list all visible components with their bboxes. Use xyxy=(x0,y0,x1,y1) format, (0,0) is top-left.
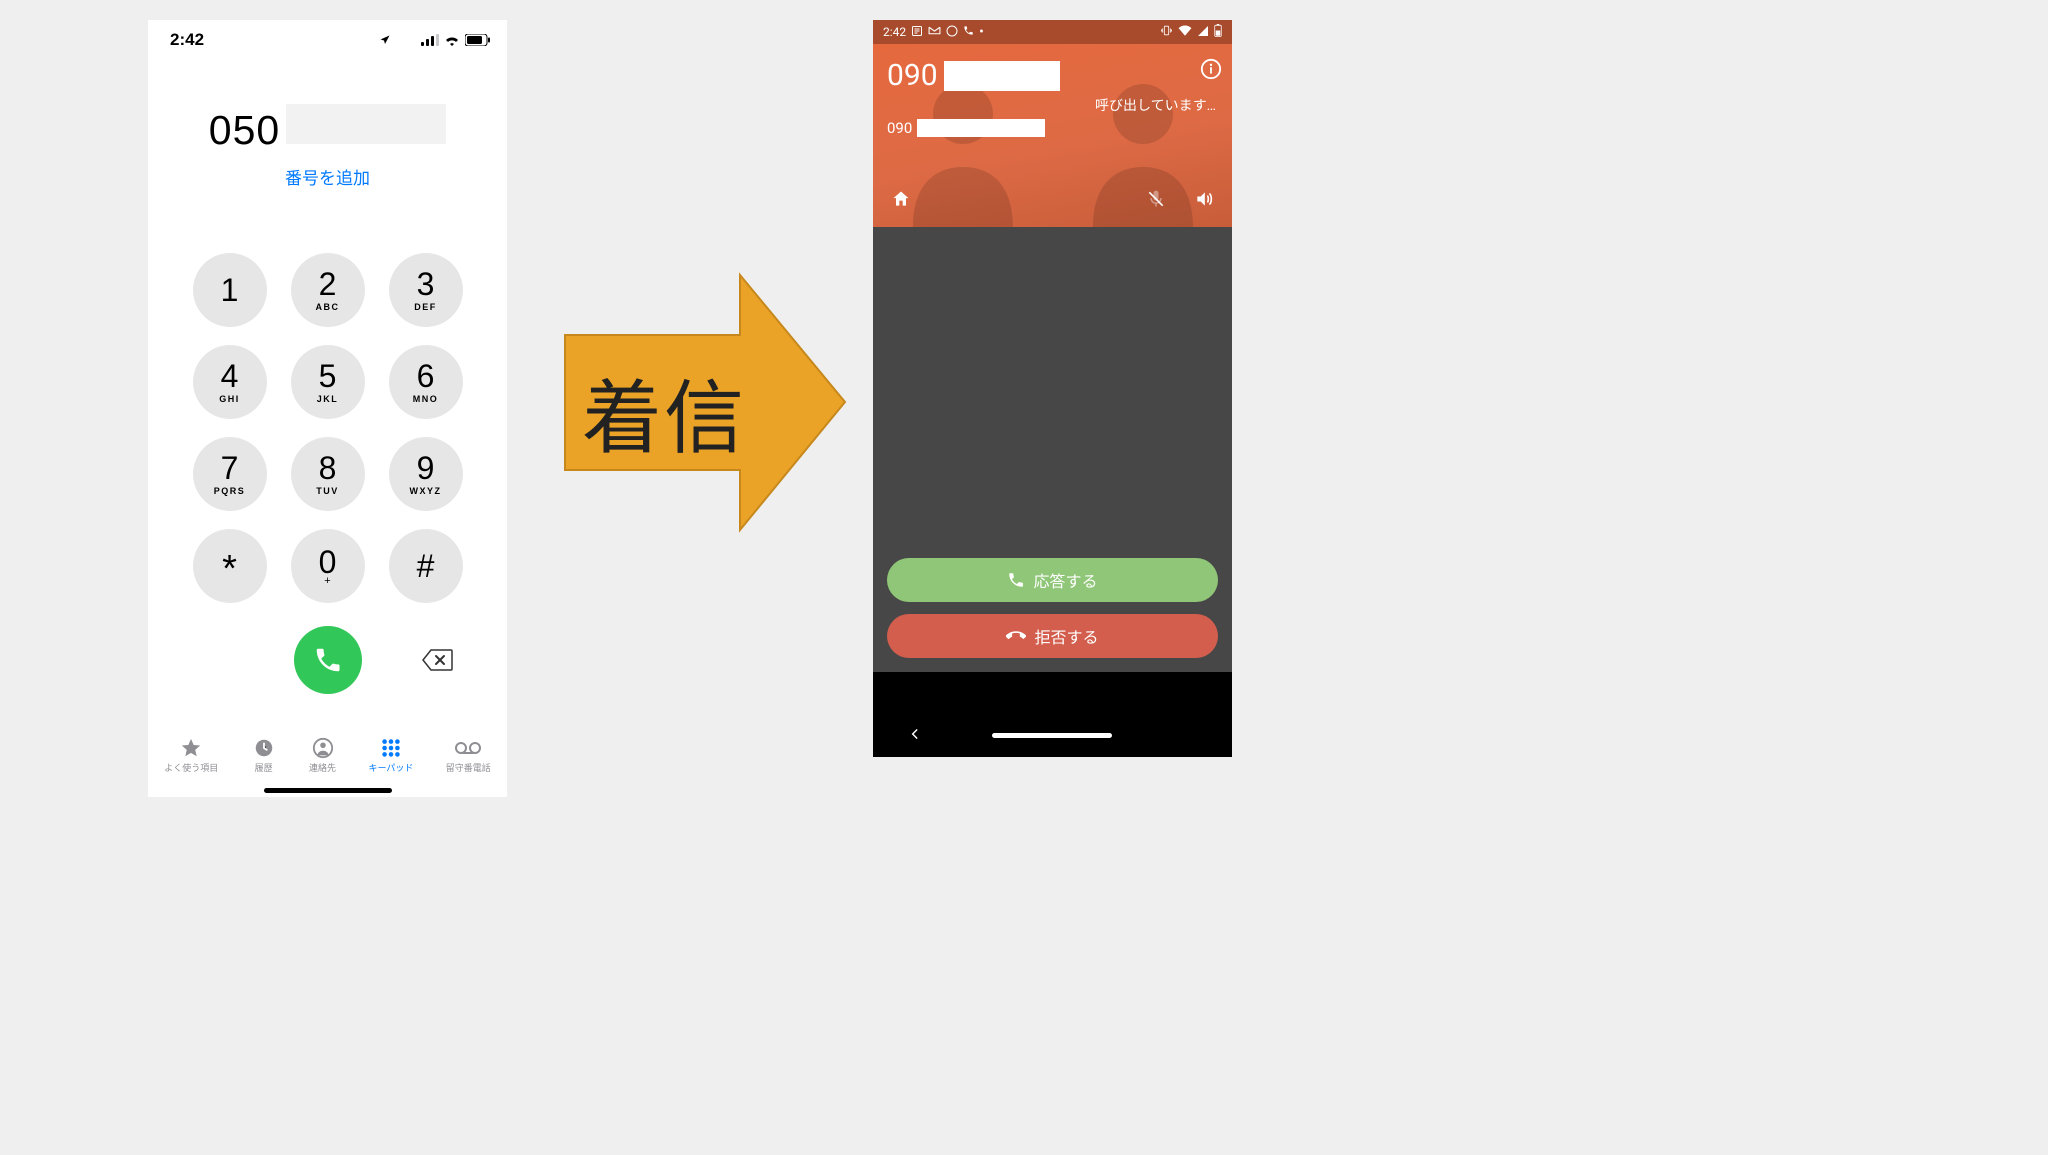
redacted-caller-small-mask xyxy=(917,119,1045,137)
key-0[interactable]: 0+ xyxy=(291,529,365,603)
gmail-icon xyxy=(928,25,941,39)
caller-number-large: 090 xyxy=(887,58,938,93)
info-button[interactable] xyxy=(1200,58,1222,84)
vibrate-icon xyxy=(1160,24,1173,40)
call-status-text: 呼び出しています… xyxy=(887,95,1218,115)
key-8[interactable]: 8TUV xyxy=(291,437,365,511)
speaker-button[interactable] xyxy=(1190,185,1218,217)
speaker-icon xyxy=(1194,189,1214,209)
iphone-dialer-screen: 2:42 050 番号を追加 1 2ABC 3DEF 4GHI xyxy=(148,20,507,797)
keypad-icon xyxy=(378,737,404,759)
key-7[interactable]: 7PQRS xyxy=(193,437,267,511)
tab-voicemail[interactable]: 留守番電話 xyxy=(446,737,491,774)
clock-icon xyxy=(251,737,277,759)
tab-recents[interactable]: 履歴 xyxy=(251,737,277,774)
backspace-button[interactable] xyxy=(419,646,455,674)
call-header: 090 呼び出しています… 090 xyxy=(873,44,1232,227)
decline-button[interactable]: 拒否する xyxy=(887,614,1218,658)
line-icon xyxy=(946,25,958,40)
dialed-number: 050 xyxy=(209,107,280,154)
mic-off-icon xyxy=(1146,189,1166,209)
more-notif-icon: • xyxy=(979,24,984,40)
caller-number-small: 090 xyxy=(887,119,912,137)
tab-contacts[interactable]: 連絡先 xyxy=(309,737,336,774)
nav-back-button[interactable] xyxy=(908,726,922,745)
redacted-number-mask xyxy=(286,104,446,144)
home-button[interactable] xyxy=(887,185,915,217)
hangup-icon xyxy=(1006,626,1026,646)
tab-favorites[interactable]: よく使う項目 xyxy=(164,737,218,774)
voicemail-icon xyxy=(455,737,481,759)
ios-status-bar: 2:42 xyxy=(148,20,507,50)
notification-icon xyxy=(911,25,923,40)
cellular-signal-icon xyxy=(421,34,439,46)
add-number-link[interactable]: 番号を追加 xyxy=(285,164,370,189)
location-arrow-icon xyxy=(379,34,391,46)
ios-time: 2:42 xyxy=(170,30,204,50)
android-time: 2:42 xyxy=(883,25,906,39)
signal-icon xyxy=(1197,25,1209,40)
star-icon xyxy=(178,737,204,759)
key-5[interactable]: 5JKL xyxy=(291,345,365,419)
mute-button[interactable] xyxy=(1142,185,1170,217)
key-9[interactable]: 9WXYZ xyxy=(389,437,463,511)
battery-icon xyxy=(1214,24,1222,40)
android-status-bar: 2:42 • xyxy=(873,20,1232,44)
tab-keypad[interactable]: キーパッド xyxy=(368,737,413,774)
keypad: 1 2ABC 3DEF 4GHI 5JKL 6MNO 7PQRS 8TUV 9W… xyxy=(148,253,507,603)
key-star[interactable]: * xyxy=(193,529,267,603)
phone-icon xyxy=(1007,571,1025,589)
answer-button[interactable]: 応答する xyxy=(887,558,1218,602)
android-incoming-call-screen: 2:42 • 090 呼び出しています… xyxy=(873,20,1232,757)
key-6[interactable]: 6MNO xyxy=(389,345,463,419)
chevron-left-icon xyxy=(908,727,922,741)
info-icon xyxy=(1200,58,1222,80)
key-2[interactable]: 2ABC xyxy=(291,253,365,327)
arrow-icon xyxy=(560,265,850,540)
backspace-icon xyxy=(421,648,453,672)
call-body: 応答する 拒否する xyxy=(873,227,1232,672)
phone-icon xyxy=(313,645,343,675)
wifi-icon xyxy=(1178,25,1192,39)
call-button[interactable] xyxy=(294,626,362,694)
contact-icon xyxy=(310,737,336,759)
home-icon xyxy=(891,189,911,209)
key-hash[interactable]: # xyxy=(389,529,463,603)
dial-display: 050 番号を追加 xyxy=(148,104,507,189)
key-1[interactable]: 1 xyxy=(193,253,267,327)
key-4[interactable]: 4GHI xyxy=(193,345,267,419)
battery-icon xyxy=(465,34,491,46)
wifi-icon xyxy=(444,34,460,46)
key-3[interactable]: 3DEF xyxy=(389,253,463,327)
nav-home-pill[interactable] xyxy=(992,733,1112,738)
redacted-caller-mask xyxy=(944,61,1060,91)
android-nav-bar xyxy=(873,713,1232,757)
phone-notif-icon xyxy=(963,25,974,39)
home-indicator[interactable] xyxy=(264,788,392,793)
